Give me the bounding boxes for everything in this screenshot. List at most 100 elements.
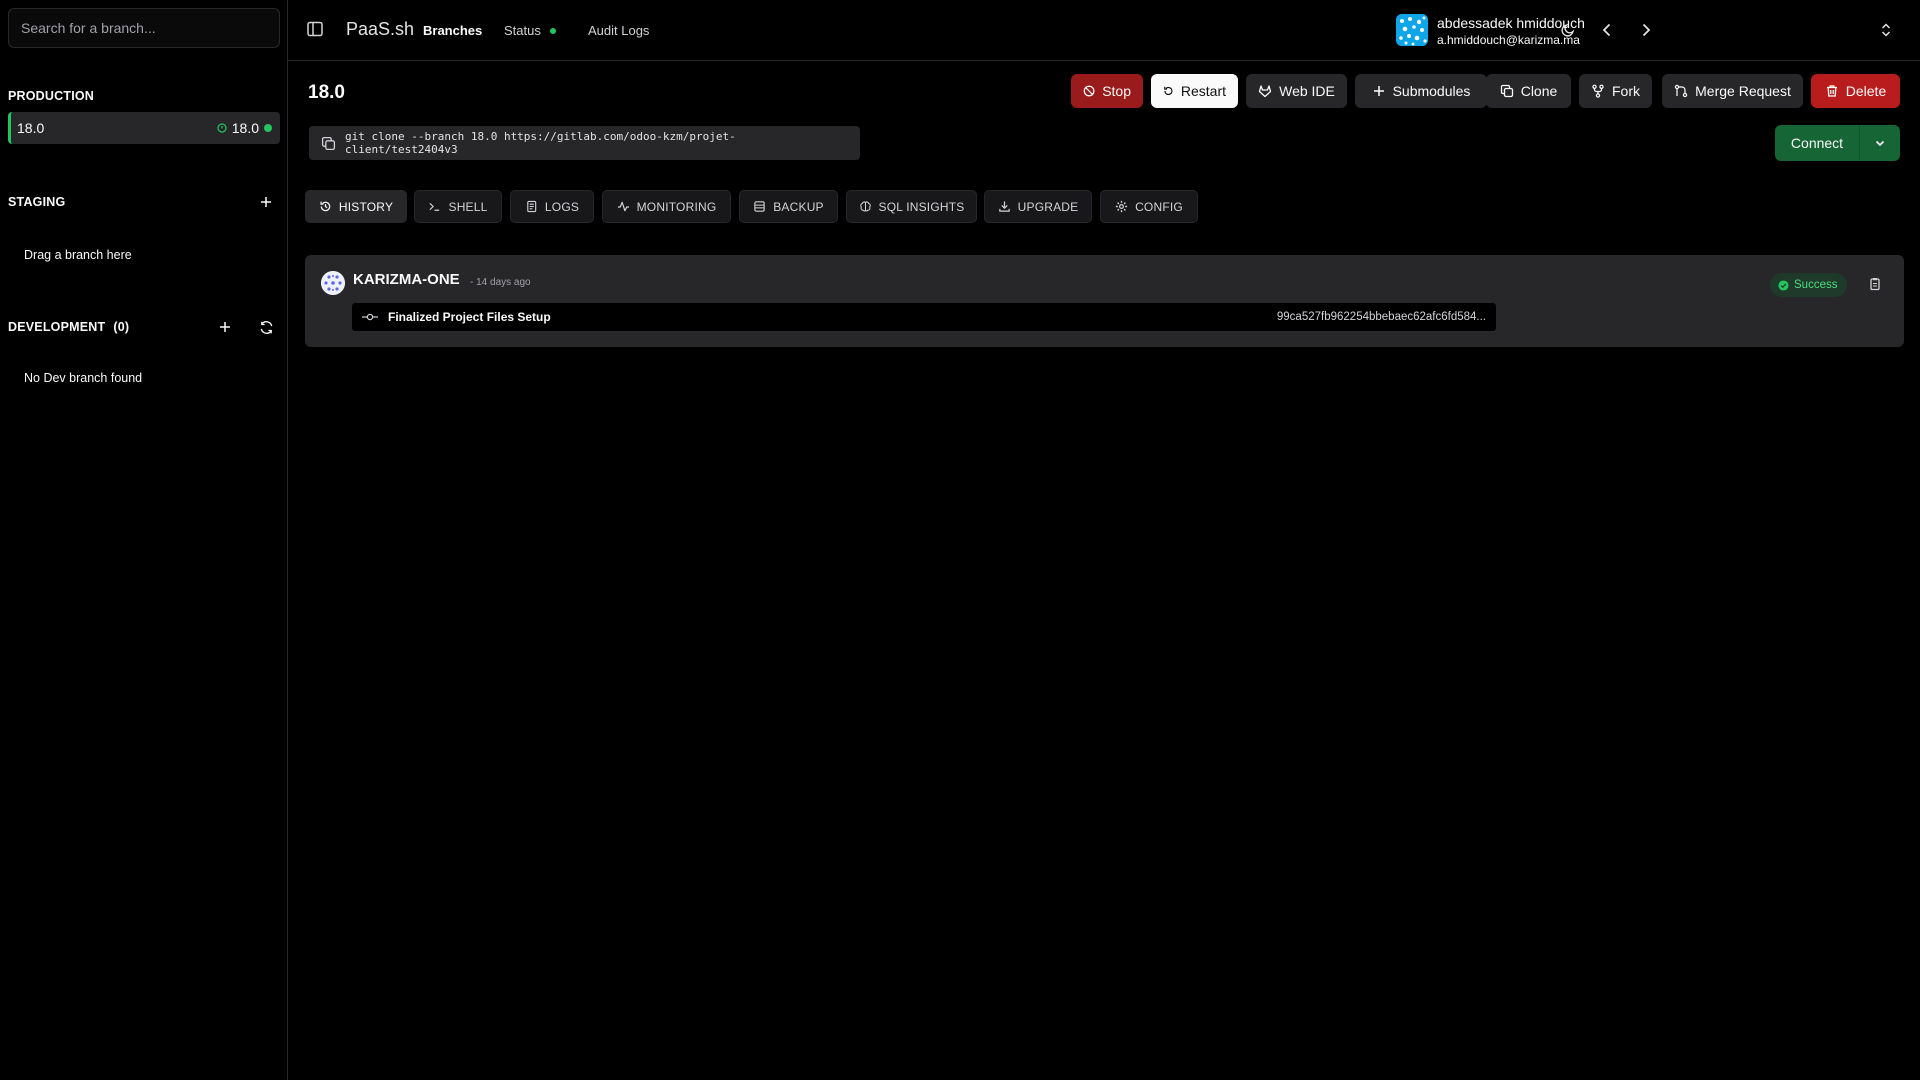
- clone-label: Clone: [1520, 83, 1558, 99]
- trash-icon: [1826, 85, 1837, 97]
- scroll-text-icon: [527, 200, 537, 213]
- plus-icon: [1373, 86, 1384, 96]
- nav-branches[interactable]: Branches: [423, 23, 482, 38]
- git-pull-request-icon: [1674, 84, 1688, 98]
- tab-upgrade[interactable]: UPGRADE: [984, 190, 1092, 223]
- git-commit-icon: [362, 313, 378, 321]
- status-indicator-dot: [550, 27, 557, 34]
- download-icon: [998, 201, 1010, 212]
- chevron-down-icon: [1875, 140, 1885, 147]
- check-circle-icon: [1778, 279, 1789, 291]
- tab-logs[interactable]: LOGS: [510, 190, 594, 223]
- nav-audit-logs[interactable]: Audit Logs: [588, 23, 649, 38]
- submodules-label: Submodules: [1392, 83, 1471, 99]
- development-empty-text: No Dev branch found: [24, 371, 143, 385]
- tab-shell-label: SHELL: [448, 199, 488, 214]
- history-icon: [320, 201, 331, 212]
- restart-button[interactable]: Restart: [1151, 74, 1238, 108]
- user-name: abdessadek hmiddouch: [1437, 15, 1585, 31]
- connect-split-button: Connect: [1775, 125, 1900, 161]
- web-ide-label: Web IDE: [1279, 83, 1335, 99]
- tab-backup[interactable]: BACKUP: [739, 190, 838, 223]
- gear-icon: [1115, 200, 1128, 213]
- commit-author: KARIZMA-ONE: [353, 271, 460, 288]
- gitlab-icon: [1258, 85, 1272, 98]
- branch-version: 18.0: [217, 120, 272, 136]
- restart-label: Restart: [1180, 83, 1226, 99]
- tab-backup-label: BACKUP: [773, 199, 824, 214]
- page-title: 18.0: [308, 82, 345, 103]
- tab-logs-label: LOGS: [544, 199, 580, 214]
- copy-icon[interactable]: [321, 136, 336, 151]
- fork-button[interactable]: Fork: [1579, 74, 1652, 108]
- git-fork-icon: [1592, 84, 1604, 98]
- tab-monitoring[interactable]: MONITORING: [602, 190, 731, 223]
- brand-name[interactable]: PaaS.sh: [346, 19, 414, 40]
- tab-upgrade-label: UPGRADE: [1017, 199, 1079, 214]
- merge-request-label: Merge Request: [1695, 83, 1791, 99]
- user-avatar[interactable]: [1396, 14, 1428, 46]
- production-title: PRODUCTION: [8, 89, 95, 103]
- tab-sql-insights[interactable]: SQL INSIGHTS: [846, 190, 977, 223]
- clone-command: git clone --branch 18.0 https://gitlab.c…: [345, 130, 736, 156]
- copy-icon: [1500, 84, 1513, 98]
- stop-button[interactable]: Stop: [1071, 74, 1143, 108]
- staging-title: STAGING: [8, 195, 66, 209]
- web-ide-button[interactable]: Web IDE: [1246, 74, 1347, 108]
- branch-item-production[interactable]: 18.0 18.0: [8, 112, 280, 144]
- development-count: (0): [113, 320, 130, 334]
- tab-config-label: CONFIG: [1135, 199, 1183, 214]
- branch-status-dot: [264, 124, 272, 132]
- tab-config[interactable]: CONFIG: [1100, 190, 1198, 223]
- user-email: a.hmiddouch@karizma.ma: [1437, 33, 1580, 47]
- commit-hash: 99ca527fb962254bbebaec62afc6fd584...: [1276, 311, 1486, 323]
- clone-button[interactable]: Clone: [1486, 74, 1571, 108]
- database-backup-icon: [754, 201, 765, 212]
- history-entry-card: KARIZMA-ONE - 14 days ago Finalized Proj…: [305, 255, 1904, 347]
- chevron-right-icon[interactable]: [1635, 19, 1657, 41]
- tab-history[interactable]: HISTORY: [305, 190, 407, 223]
- author-avatar: [321, 271, 345, 295]
- top-bar: PaaS.sh Branches Status Audit Logs abdes…: [288, 0, 1920, 61]
- sidebar: PRODUCTION 18.0 18.0 STAGING Drag a bran…: [0, 0, 288, 1080]
- status-badge-label: Success: [1794, 279, 1838, 291]
- brain-icon: [859, 201, 871, 212]
- staging-section-header: STAGING: [8, 190, 279, 214]
- sidebar-toggle-icon[interactable]: [306, 20, 326, 40]
- chevrons-up-down-icon[interactable]: [1879, 21, 1897, 41]
- merge-request-button[interactable]: Merge Request: [1662, 74, 1803, 108]
- fork-label: Fork: [1612, 83, 1640, 99]
- refresh-icon[interactable]: [255, 316, 277, 338]
- terminal-icon: [429, 202, 440, 211]
- connect-dropdown-toggle[interactable]: [1859, 125, 1900, 161]
- tab-history-label: HISTORY: [338, 199, 394, 214]
- commit-row[interactable]: Finalized Project Files Setup 99ca527fb9…: [352, 303, 1496, 331]
- commit-message: Finalized Project Files Setup: [388, 310, 551, 324]
- tab-shell[interactable]: SHELL: [414, 190, 502, 223]
- production-section-header: PRODUCTION: [8, 84, 279, 108]
- submodules-button[interactable]: Submodules: [1355, 74, 1487, 108]
- branch-version-label: 18.0: [231, 120, 259, 136]
- status-badge: Success: [1770, 273, 1848, 297]
- commit-time: - 14 days ago: [470, 277, 531, 288]
- branch-search-input[interactable]: [8, 8, 280, 48]
- tab-monitoring-label: MONITORING: [636, 199, 717, 214]
- activity-icon: [617, 201, 629, 212]
- clone-command-box: git clone --branch 18.0 https://gitlab.c…: [309, 126, 860, 160]
- rotate-ccw-icon: [1164, 86, 1173, 96]
- chevron-left-icon[interactable]: [1596, 19, 1618, 41]
- ban-icon: [1083, 85, 1095, 97]
- add-staging-icon[interactable]: [255, 191, 277, 213]
- connect-button[interactable]: Connect: [1775, 125, 1859, 161]
- add-dev-icon[interactable]: [214, 316, 236, 338]
- delete-button[interactable]: Delete: [1811, 74, 1900, 108]
- development-title: DEVELOPMENT: [8, 320, 106, 334]
- stop-label: Stop: [1102, 83, 1131, 99]
- nav-status-label: Status: [504, 23, 541, 38]
- development-section-header: DEVELOPMENT (0): [8, 315, 279, 339]
- delete-label: Delete: [1845, 83, 1887, 99]
- clipboard-icon[interactable]: [1868, 277, 1882, 291]
- nav-status[interactable]: Status: [504, 23, 557, 38]
- version-circle-icon: [217, 123, 227, 133]
- branch-name: 18.0: [17, 120, 45, 136]
